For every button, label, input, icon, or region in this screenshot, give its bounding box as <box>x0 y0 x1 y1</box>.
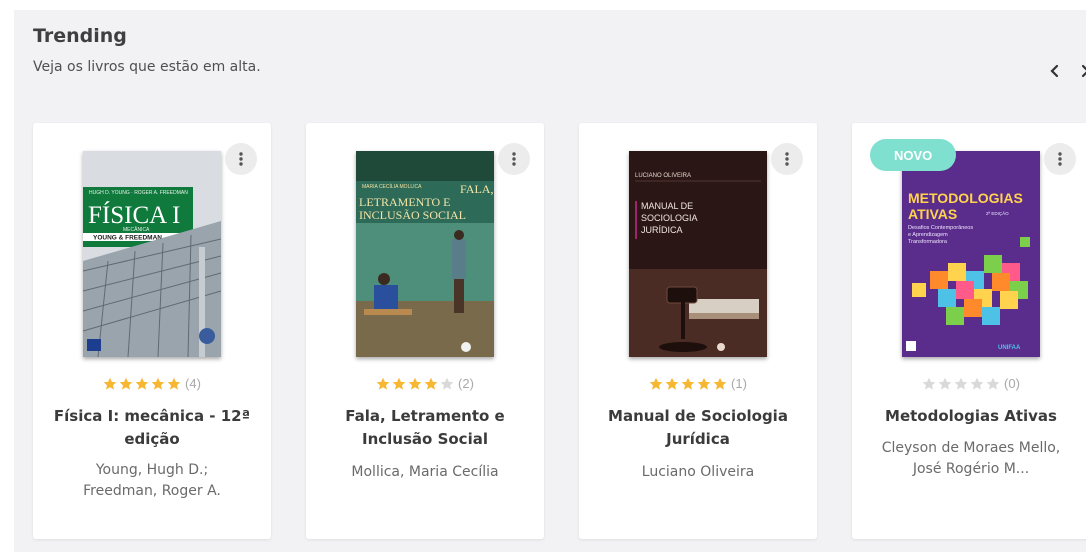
star-icon <box>970 377 984 390</box>
rating-count: (1) <box>731 376 747 391</box>
star-icon <box>135 377 149 390</box>
trending-section: Trending Veja os livros que estão em alt… <box>14 10 1086 552</box>
book-title-line: Jurídica <box>666 430 730 448</box>
more-vertical-icon <box>785 152 789 166</box>
section-title: Trending <box>33 25 127 47</box>
star-icon <box>922 377 936 390</box>
carousel-prev-button[interactable] <box>1044 60 1066 82</box>
book-author-line: Cleyson de Moraes Mello, <box>881 440 1061 456</box>
star-icon <box>938 377 952 390</box>
chevron-left-icon <box>1050 64 1059 78</box>
svg-text:YOUNG & FREEDMAN: YOUNG & FREEDMAN <box>93 235 162 242</box>
star-icon <box>119 377 133 390</box>
svg-text:2ª EDIÇÃO: 2ª EDIÇÃO <box>986 210 1009 216</box>
star-icon <box>681 377 695 390</box>
book-cover-image: METODOLOGIAS ATIVAS 2ª EDIÇÃO Desafios C… <box>902 151 1040 357</box>
svg-text:HUGH D. YOUNG · ROGER A. FREED: HUGH D. YOUNG · ROGER A. FREEDMAN <box>89 190 188 196</box>
star-icon <box>440 377 454 390</box>
book-cover-image: HUGH D. YOUNG · ROGER A. FREEDMAN FÍSICA… <box>83 151 221 357</box>
more-vertical-icon <box>1058 152 1062 166</box>
book-title-line: Metodologias Ativas <box>885 407 1057 425</box>
book-title-line: Física I: mecânica - 12ª <box>53 407 251 425</box>
carousel-next-button[interactable] <box>1074 60 1086 82</box>
book-author: Young, Hugh D.; Freedman, Roger A. <box>51 460 253 502</box>
book-cover[interactable]: METODOLOGIAS ATIVAS 2ª EDIÇÃO Desafios C… <box>902 151 1040 357</box>
more-vertical-icon <box>512 152 516 166</box>
book-cover[interactable]: LUCIANO OLIVEIRA MANUAL DE SOCIOLOGIA JU… <box>629 151 767 357</box>
book-author-line: Luciano Oliveira <box>641 464 755 480</box>
book-cover-image: MARIA CECÍLIA MOLLICA FALA, LETRAMENTO E… <box>356 151 494 357</box>
book-title[interactable]: Física I: mecânica - 12ª edição <box>51 405 253 451</box>
svg-text:FÍSICA I: FÍSICA I <box>88 201 180 229</box>
chevron-right-icon <box>1081 64 1086 78</box>
more-vertical-icon <box>239 152 243 166</box>
rating-count: (2) <box>458 376 474 391</box>
book-title-line: edição <box>124 430 180 448</box>
star-icon <box>424 377 438 390</box>
book-card[interactable]: HUGH D. YOUNG · ROGER A. FREEDMAN FÍSICA… <box>33 123 271 539</box>
card-menu-button[interactable] <box>1044 143 1076 175</box>
star-rating: (4) <box>33 376 271 391</box>
svg-text:MARIA CECÍLIA MOLLICA: MARIA CECÍLIA MOLLICA <box>362 183 422 190</box>
book-title[interactable]: Manual de Sociologia Jurídica <box>597 405 799 451</box>
svg-text:e Aprendizagem: e Aprendizagem <box>908 232 948 238</box>
star-icon <box>665 377 679 390</box>
star-icon <box>151 377 165 390</box>
svg-text:LUCIANO OLIVEIRA: LUCIANO OLIVEIRA <box>635 173 691 179</box>
svg-text:ATIVAS: ATIVAS <box>908 206 957 222</box>
book-title[interactable]: Metodologias Ativas <box>870 405 1072 428</box>
svg-text:LETRAMENTO E: LETRAMENTO E <box>359 195 450 209</box>
book-title-line: Manual de Sociologia <box>608 407 788 425</box>
star-icon <box>713 377 727 390</box>
book-cover[interactable]: HUGH D. YOUNG · ROGER A. FREEDMAN FÍSICA… <box>83 151 221 357</box>
book-cover[interactable]: MARIA CECÍLIA MOLLICA FALA, LETRAMENTO E… <box>356 151 494 357</box>
book-card[interactable]: NOVO METODOLOGIAS ATIVAS 2ª EDIÇÃO Desaf… <box>852 123 1086 539</box>
star-icon <box>986 377 1000 390</box>
new-badge: NOVO <box>870 139 956 171</box>
book-title-line: Inclusão Social <box>362 430 488 448</box>
rating-count: (4) <box>185 376 201 391</box>
card-menu-button[interactable] <box>771 143 803 175</box>
book-title-line: Fala, Letramento e <box>345 407 505 425</box>
svg-text:Desafios Contemporâneos: Desafios Contemporâneos <box>908 225 973 231</box>
star-icon <box>392 377 406 390</box>
card-menu-button[interactable] <box>498 143 530 175</box>
card-menu-button[interactable] <box>225 143 257 175</box>
svg-text:Transformadora: Transformadora <box>908 239 948 245</box>
book-cover-image: LUCIANO OLIVEIRA MANUAL DE SOCIOLOGIA JU… <box>629 151 767 357</box>
book-author-line: Freedman, Roger A. <box>83 483 221 499</box>
svg-text:UNIFAA: UNIFAA <box>998 345 1021 351</box>
star-icon <box>697 377 711 390</box>
star-icon <box>376 377 390 390</box>
star-icon <box>649 377 663 390</box>
book-author-line: Young, Hugh D.; <box>95 462 209 478</box>
svg-text:SOCIOLOGIA: SOCIOLOGIA <box>641 213 698 223</box>
svg-text:INCLUSÃO SOCIAL: INCLUSÃO SOCIAL <box>359 208 466 222</box>
star-icon <box>103 377 117 390</box>
star-icon <box>167 377 181 390</box>
svg-text:MANUAL DE: MANUAL DE <box>641 201 693 211</box>
rating-count: (0) <box>1004 376 1020 391</box>
book-title[interactable]: Fala, Letramento e Inclusão Social <box>324 405 526 451</box>
svg-text:JURÍDICA: JURÍDICA <box>641 225 683 235</box>
book-card[interactable]: LUCIANO OLIVEIRA MANUAL DE SOCIOLOGIA JU… <box>579 123 817 539</box>
svg-text:MECÂNICA: MECÂNICA <box>123 226 150 233</box>
star-icon <box>408 377 422 390</box>
section-subtitle: Veja os livros que estão em alta. <box>33 59 261 75</box>
star-rating: (0) <box>852 376 1086 391</box>
svg-text:METODOLOGIAS: METODOLOGIAS <box>908 190 1023 206</box>
book-author-line: Mollica, Maria Cecília <box>351 464 499 480</box>
book-card[interactable]: MARIA CECÍLIA MOLLICA FALA, LETRAMENTO E… <box>306 123 544 539</box>
star-rating: (1) <box>579 376 817 391</box>
svg-text:FALA,: FALA, <box>460 182 493 196</box>
book-author: Cleyson de Moraes Mello, José Rogério M.… <box>870 438 1072 480</box>
book-author-line: José Rogério M... <box>912 461 1030 477</box>
star-icon <box>954 377 968 390</box>
book-author: Luciano Oliveira <box>597 462 799 483</box>
book-author: Mollica, Maria Cecília <box>324 462 526 483</box>
star-rating: (2) <box>306 376 544 391</box>
